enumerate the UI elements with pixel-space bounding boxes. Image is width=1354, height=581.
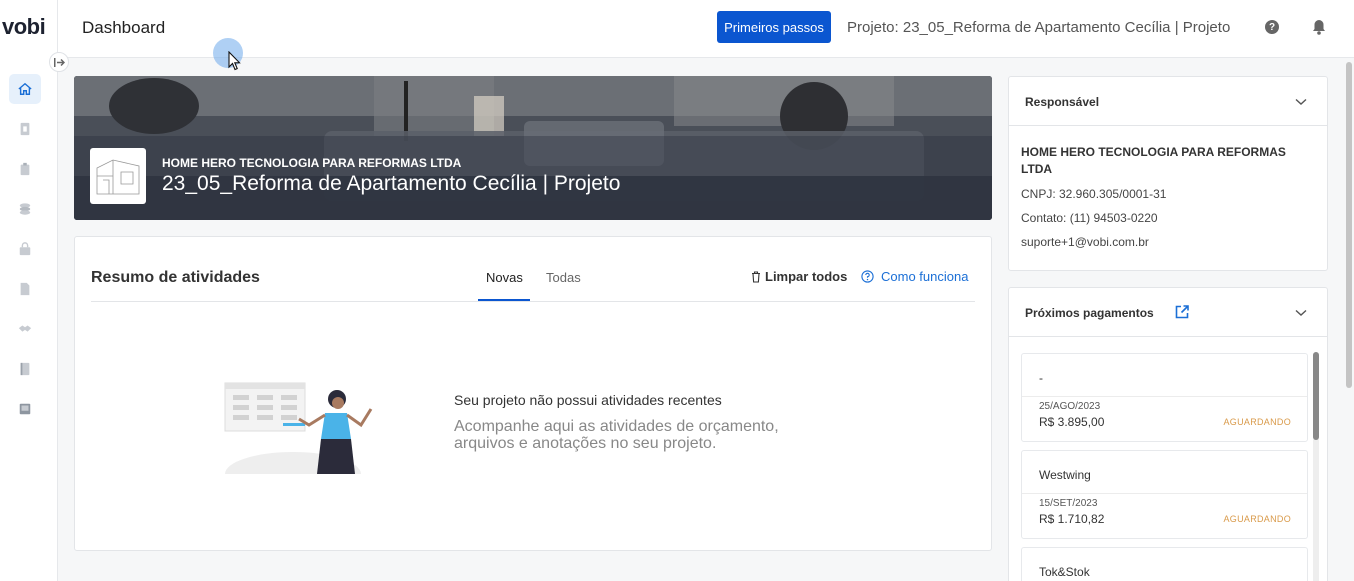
top-header: Dashboard Primeiros passos Projeto: 23_0… bbox=[58, 0, 1354, 58]
tab-novas[interactable]: Novas bbox=[486, 270, 523, 285]
activities-title: Resumo de atividades bbox=[91, 269, 260, 286]
book-icon bbox=[19, 403, 31, 415]
payment-name: Tok&Stok bbox=[1039, 565, 1090, 579]
house-sketch-icon bbox=[96, 159, 140, 195]
empty-state-illustration bbox=[224, 382, 373, 474]
question-circle-icon bbox=[861, 270, 874, 283]
payment-item[interactable]: Tok&Stok bbox=[1021, 547, 1308, 581]
payment-date: 15/SET/2023 bbox=[1039, 498, 1098, 509]
sidebar-item-purchases[interactable] bbox=[9, 234, 41, 264]
responsible-card: Responsável HOME HERO TECNOLOGIA PARA RE… bbox=[1008, 76, 1328, 271]
payments-scrollbar-thumb[interactable] bbox=[1313, 352, 1319, 440]
notebook-icon bbox=[20, 362, 30, 376]
payment-amount: R$ 1.710,82 bbox=[1039, 512, 1105, 526]
empty-state-title: Seu projeto não possui atividades recent… bbox=[454, 392, 722, 408]
payment-separator bbox=[1022, 396, 1307, 397]
responsible-title: Responsável bbox=[1025, 95, 1100, 109]
payment-item[interactable]: Westwing 15/SET/2023 R$ 1.710,82 AGUARDA… bbox=[1021, 450, 1308, 539]
file-icon bbox=[20, 282, 30, 296]
sidebar-item-home[interactable] bbox=[9, 74, 41, 104]
sidebar-nav bbox=[9, 74, 41, 434]
activities-card: Resumo de atividades Novas Todas Limpar … bbox=[74, 236, 992, 551]
empty-state-description: Acompanhe aqui as atividades de orçament… bbox=[454, 418, 779, 452]
banner-background-image bbox=[74, 76, 992, 220]
shopping-bag-icon bbox=[19, 242, 31, 256]
project-banner: HOME HERO TECNOLOGIA PARA REFORMAS LTDA … bbox=[74, 76, 992, 220]
sidebar-item-reports[interactable] bbox=[9, 394, 41, 424]
page-title: Dashboard bbox=[82, 18, 166, 37]
how-it-works-link[interactable]: Como funciona bbox=[861, 269, 968, 284]
tab-todas[interactable]: Todas bbox=[546, 270, 581, 285]
payment-status-badge: AGUARDANDO bbox=[1223, 514, 1291, 524]
payments-title: Próximos pagamentos bbox=[1025, 306, 1154, 320]
banner-project-title: 23_05_Reforma de Apartamento Cecília | P… bbox=[162, 172, 621, 195]
sidebar-item-files[interactable] bbox=[9, 274, 41, 304]
payment-status-badge: AGUARDANDO bbox=[1223, 417, 1291, 427]
sidebar-toggle-button[interactable] bbox=[49, 52, 69, 72]
project-selector[interactable]: Projeto: 23_05_Reforma de Apartamento Ce… bbox=[847, 19, 1230, 36]
payment-date: 25/AGO/2023 bbox=[1039, 401, 1101, 412]
payments-card: Próximos pagamentos - 25/AGO/2023 R$ 3.8… bbox=[1008, 287, 1328, 581]
sidebar-item-tasks[interactable] bbox=[9, 154, 41, 184]
coins-icon bbox=[19, 203, 31, 215]
payment-amount: R$ 3.895,00 bbox=[1039, 415, 1105, 429]
sidebar: vobi bbox=[0, 0, 58, 581]
responsible-contact: Contato: (11) 94503-0220 bbox=[1021, 211, 1158, 225]
chevron-down-icon[interactable] bbox=[1295, 98, 1307, 106]
responsible-cnpj: CNPJ: 32.960.305/0001-31 bbox=[1021, 187, 1167, 201]
sidebar-item-suppliers[interactable] bbox=[9, 314, 41, 344]
vobi-logo[interactable]: vobi bbox=[2, 14, 46, 40]
sidebar-item-finance[interactable] bbox=[9, 194, 41, 224]
responsible-company: HOME HERO TECNOLOGIA PARA REFORMAS LTDA bbox=[1021, 145, 1286, 176]
document-money-icon bbox=[20, 122, 30, 136]
activities-divider bbox=[91, 301, 975, 302]
payment-separator bbox=[1022, 493, 1307, 494]
clear-all-label: Limpar todos bbox=[765, 269, 848, 284]
chevron-down-icon[interactable] bbox=[1295, 309, 1307, 317]
clipboard-icon bbox=[20, 162, 30, 176]
payment-name: Westwing bbox=[1039, 468, 1091, 482]
help-icon[interactable]: ? bbox=[1265, 20, 1279, 34]
banner-company-name: HOME HERO TECNOLOGIA PARA REFORMAS LTDA bbox=[162, 156, 462, 170]
mouse-cursor-icon bbox=[228, 51, 241, 71]
external-link-icon[interactable] bbox=[1174, 304, 1190, 320]
project-thumbnail bbox=[90, 148, 146, 204]
sidebar-item-budget[interactable] bbox=[9, 114, 41, 144]
primeiros-passos-button[interactable]: Primeiros passos bbox=[717, 11, 831, 43]
arrow-right-icon bbox=[53, 57, 65, 67]
sidebar-item-notes[interactable] bbox=[9, 354, 41, 384]
bell-icon[interactable] bbox=[1312, 19, 1326, 35]
trash-icon bbox=[752, 270, 760, 283]
payment-name: - bbox=[1039, 371, 1043, 385]
responsible-divider bbox=[1009, 125, 1327, 126]
page-scrollbar-thumb[interactable] bbox=[1346, 62, 1352, 388]
handshake-icon bbox=[18, 325, 32, 332]
payment-item[interactable]: - 25/AGO/2023 R$ 3.895,00 AGUARDANDO bbox=[1021, 353, 1308, 442]
how-it-works-label: Como funciona bbox=[881, 269, 969, 284]
clear-all-button[interactable]: Limpar todos bbox=[751, 269, 847, 284]
home-icon bbox=[18, 82, 32, 95]
payments-divider bbox=[1009, 336, 1327, 337]
responsible-email: suporte+1@vobi.com.br bbox=[1021, 235, 1149, 249]
